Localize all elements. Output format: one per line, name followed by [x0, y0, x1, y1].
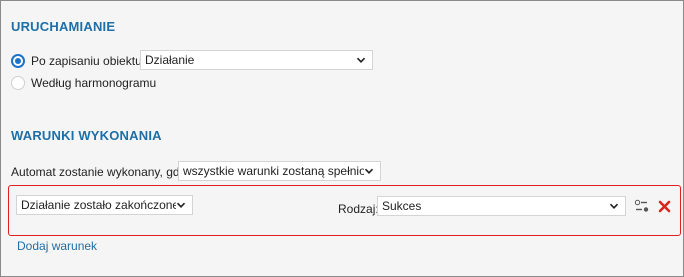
radio-after-save-indicator[interactable] — [11, 54, 25, 68]
chevron-down-icon — [356, 55, 366, 65]
object-select[interactable]: Działanie — [140, 50, 373, 70]
delete-condition-icon[interactable] — [656, 198, 672, 214]
radio-after-save-label: Po zapisaniu obiektu — [31, 54, 142, 68]
conditions-section-title: WARUNKI WYKONANIA — [11, 128, 162, 143]
add-condition-link[interactable]: Dodaj warunek — [17, 239, 97, 253]
chevron-down-icon — [364, 166, 374, 176]
window-frame: URUCHAMIANIE Po zapisaniu obiektu Działa… — [0, 0, 684, 277]
radio-schedule-indicator[interactable] — [11, 76, 25, 90]
automat-select[interactable]: wszystkie warunki zostaną spełnione — [178, 161, 381, 181]
condition-select-value: Działanie zostało zakończone — [21, 198, 176, 212]
kind-label: Rodzaj: — [338, 202, 379, 216]
object-select-value: Działanie — [145, 53, 195, 67]
kind-select-value: Sukces — [382, 199, 422, 213]
launch-section-title: URUCHAMIANIE — [11, 19, 116, 34]
chevron-down-icon — [609, 201, 619, 211]
condition-select[interactable]: Działanie zostało zakończone — [16, 195, 193, 215]
kind-select[interactable]: Sukces — [377, 196, 626, 216]
automat-select-value: wszystkie warunki zostaną spełnione — [183, 164, 364, 178]
automat-label: Automat zostanie wykonany, gdy — [11, 165, 186, 179]
chevron-down-icon — [176, 200, 186, 210]
radio-after-save[interactable]: Po zapisaniu obiektu — [11, 54, 142, 68]
radio-schedule-label: Według harmonogramu — [31, 76, 157, 90]
radio-schedule[interactable]: Według harmonogramu — [11, 76, 156, 90]
toggle-settings-icon[interactable] — [634, 198, 650, 214]
